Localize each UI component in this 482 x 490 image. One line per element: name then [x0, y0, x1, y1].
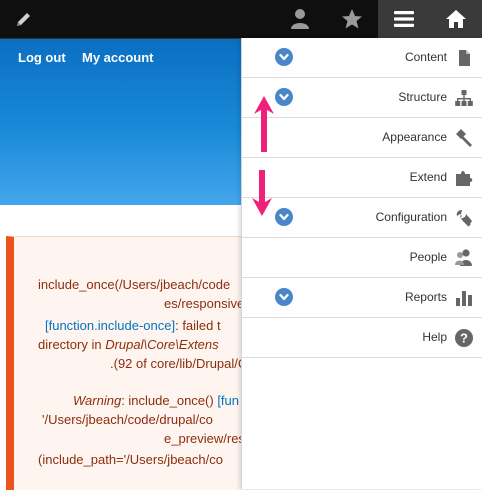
tray-item-appearance[interactable]: Appearance [242, 118, 482, 158]
tray-item-label: Help [422, 330, 447, 344]
menu-icon[interactable] [378, 0, 430, 38]
tray-item-label: Configuration [375, 210, 447, 224]
admin-toolbar [0, 0, 482, 39]
down-arrow-icon [252, 170, 272, 216]
tray-item-people[interactable]: People [242, 238, 482, 278]
home-icon[interactable] [430, 0, 482, 38]
error-text-line: (include_path='/Users/jbeach/co [38, 452, 223, 467]
star-icon[interactable] [330, 0, 374, 38]
chevron-down-icon[interactable] [275, 88, 293, 106]
tray-item-extend[interactable]: Extend [242, 158, 482, 198]
tray-item-configuration[interactable]: Configuration [242, 198, 482, 238]
help-icon: ? [455, 329, 473, 347]
tray-item-label: Reports [404, 290, 447, 304]
wrench-icon [456, 210, 472, 227]
admin-menu-tray: Content Structure Appearance Extend Conf… [241, 38, 482, 489]
error-text-line: include_once(/Users/jbeach/code [38, 277, 231, 292]
my-account-link[interactable]: My account [82, 50, 154, 65]
tray-item-reports[interactable]: Reports [242, 278, 482, 318]
document-icon [459, 50, 470, 66]
logout-link[interactable]: Log out [18, 50, 66, 65]
sitemap-icon [455, 90, 473, 106]
svg-text:?: ? [460, 331, 468, 346]
error-text-line: '/Users/jbeach/code/drupal/co [42, 412, 213, 427]
error-text-line: Warning: include_once() [fun [73, 393, 239, 408]
user-icon[interactable] [280, 0, 320, 38]
tray-item-label: Content [404, 50, 447, 64]
people-icon [455, 249, 472, 266]
tray-item-label: Extend [409, 170, 447, 184]
tray-item-label: Appearance [382, 130, 447, 144]
tray-item-structure[interactable]: Structure [242, 78, 482, 118]
tray-item-help[interactable]: Help ? [242, 318, 482, 358]
chevron-down-icon[interactable] [275, 208, 293, 226]
pencil-icon[interactable] [0, 0, 48, 38]
function-include-once-link[interactable]: [function.include-once] [45, 318, 175, 333]
up-arrow-icon [254, 96, 274, 152]
chevron-down-icon[interactable] [275, 288, 293, 306]
tray-item-content[interactable]: Content [242, 38, 482, 78]
tray-item-label: People [409, 250, 447, 264]
error-text-line: directory in Drupal\Core\Extens [38, 337, 219, 352]
paintbrush-icon [456, 129, 472, 147]
error-text-line: [function.include-once]: failed t [45, 318, 221, 333]
bar-chart-icon [456, 291, 472, 306]
chevron-down-icon[interactable] [275, 48, 293, 66]
tray-item-label: Structure [398, 90, 447, 104]
puzzle-icon [456, 171, 473, 186]
